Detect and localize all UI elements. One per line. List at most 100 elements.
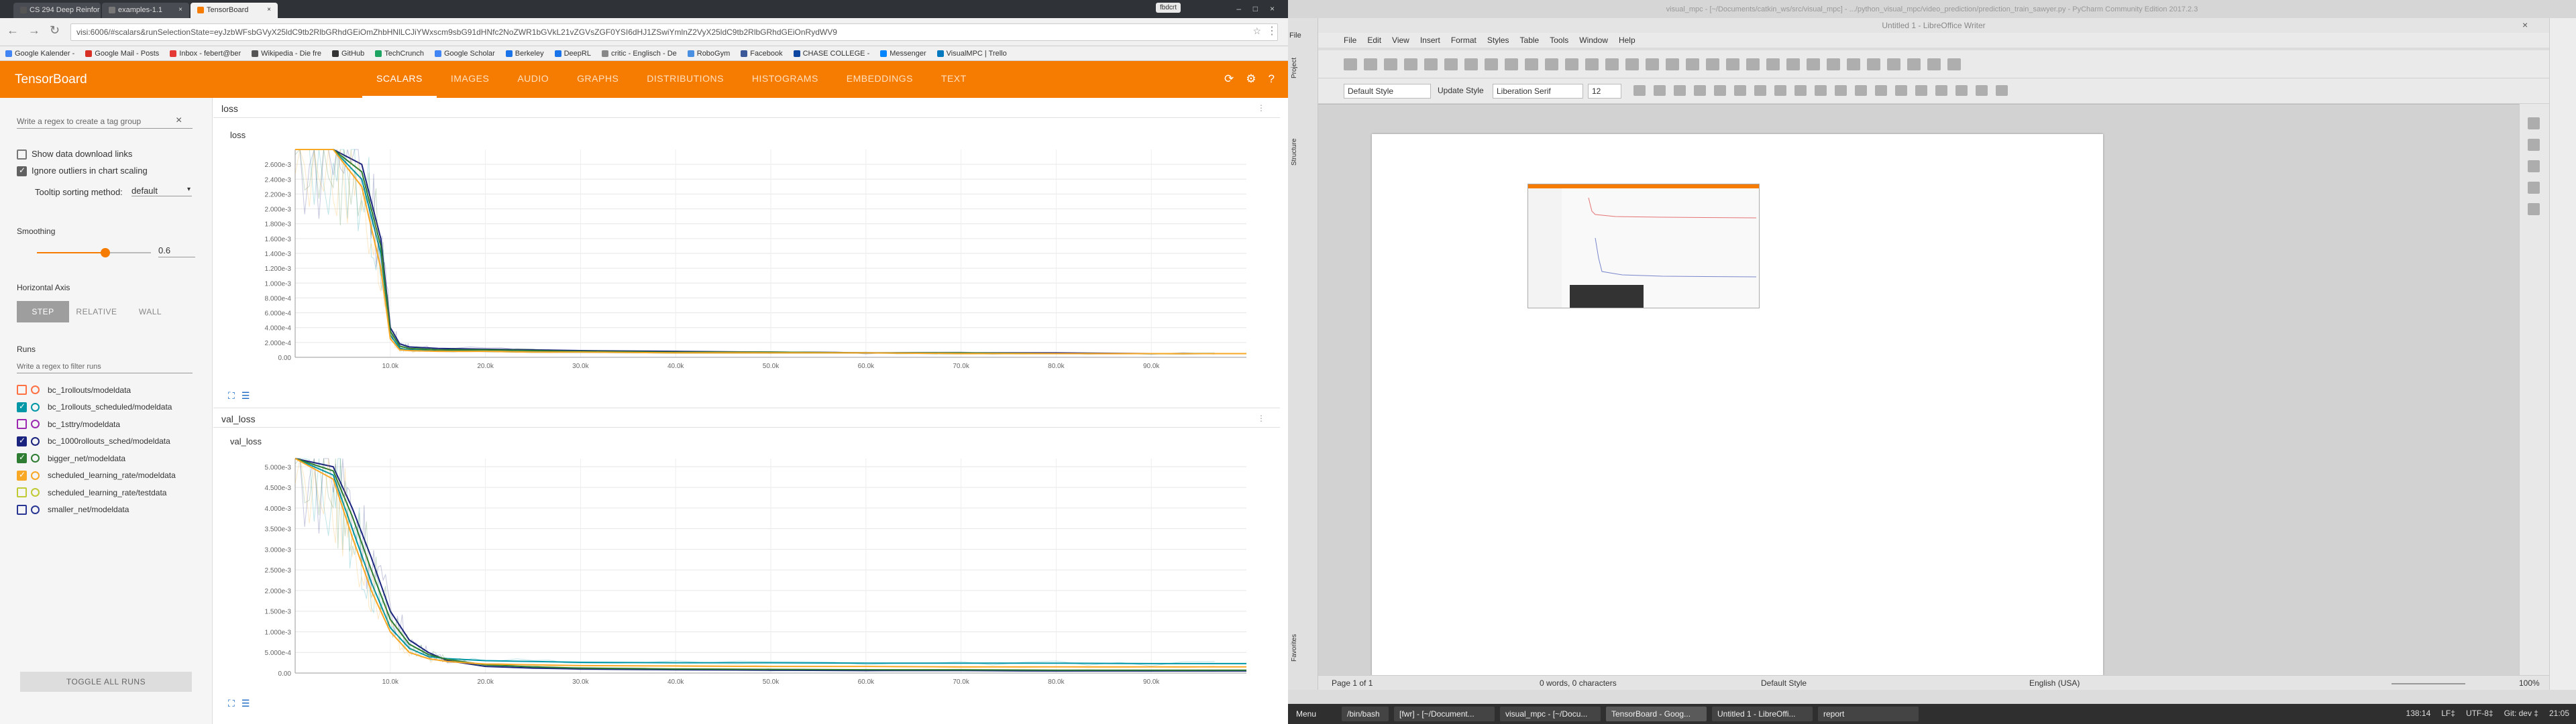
bullets-icon[interactable] bbox=[1815, 85, 1827, 96]
align-left-icon[interactable] bbox=[1875, 85, 1887, 96]
menu-window[interactable]: Window bbox=[1579, 36, 1608, 45]
bookmark-item[interactable]: Wikipedia - Die fre bbox=[252, 50, 321, 58]
run-item[interactable]: scheduled_learning_rate/testdata bbox=[17, 487, 166, 497]
shadow-icon[interactable] bbox=[1754, 85, 1766, 96]
start-menu-button[interactable]: Menu bbox=[1291, 707, 1322, 721]
close-window-icon[interactable]: × bbox=[2522, 19, 2528, 30]
run-color-icon[interactable] bbox=[31, 436, 40, 446]
bookmark-item[interactable]: Google Kalender - bbox=[5, 50, 74, 58]
run-checkbox[interactable] bbox=[17, 452, 27, 463]
run-color-icon[interactable] bbox=[31, 488, 40, 497]
tag-group-input[interactable]: Write a regex to create a tag group bbox=[17, 117, 193, 129]
numbering-icon[interactable] bbox=[1835, 85, 1847, 96]
menu-file[interactable]: File bbox=[1344, 36, 1356, 45]
fit-domain-icon[interactable]: ⛶ bbox=[228, 698, 235, 709]
comment-icon[interactable] bbox=[1867, 58, 1880, 70]
panel-project[interactable]: Project bbox=[1291, 58, 1298, 78]
browser-tab-tensorboard[interactable]: TensorBoard × bbox=[191, 3, 278, 18]
navigator-icon[interactable] bbox=[2528, 182, 2540, 194]
category-val-loss[interactable]: val_loss ⋮ bbox=[213, 408, 1280, 428]
menu-format[interactable]: Format bbox=[1451, 36, 1477, 45]
show-download-links-checkbox[interactable]: Show data download links bbox=[17, 149, 132, 160]
settings-icon[interactable]: ⚙ bbox=[1246, 72, 1256, 86]
axis-wall-button[interactable]: WALL bbox=[124, 301, 176, 322]
taskbar-item[interactable]: Untitled 1 - LibreOffi... bbox=[1712, 707, 1813, 721]
menu-styles[interactable]: Styles bbox=[1487, 36, 1509, 45]
print-icon[interactable] bbox=[1444, 58, 1458, 70]
browser-tab-examples[interactable]: examples-1.1 × bbox=[102, 3, 189, 18]
run-color-icon[interactable] bbox=[31, 420, 40, 428]
smoothing-slider[interactable] bbox=[37, 248, 151, 257]
axis-step-button[interactable]: STEP bbox=[17, 301, 69, 322]
tab-audio[interactable]: AUDIO bbox=[503, 61, 563, 98]
manage-changes-icon[interactable] bbox=[2528, 203, 2540, 215]
profile-button[interactable]: fbdcrt bbox=[1155, 3, 1181, 13]
taskbar-item[interactable]: visual_mpc - [~/Docu... bbox=[1500, 707, 1601, 721]
textbox-icon[interactable] bbox=[1746, 58, 1760, 70]
properties-icon[interactable] bbox=[2528, 117, 2540, 129]
track-changes-icon[interactable] bbox=[1887, 58, 1900, 70]
bookmark-item[interactable]: Google Scholar bbox=[434, 50, 495, 58]
run-color-icon[interactable] bbox=[31, 454, 40, 463]
bookmark-item[interactable]: CHASE COLLEGE - bbox=[793, 50, 869, 58]
field-icon[interactable] bbox=[1786, 58, 1800, 70]
list-icon[interactable]: ☰ bbox=[241, 698, 250, 709]
image-icon[interactable] bbox=[1706, 58, 1719, 70]
url-input[interactable]: visi:6006/#scalars&runSelectionState=eyJ… bbox=[70, 23, 1278, 41]
special-char-icon[interactable] bbox=[1807, 58, 1820, 70]
panel-structure[interactable]: Structure bbox=[1291, 138, 1298, 166]
maximize-icon[interactable]: □ bbox=[1253, 4, 1258, 13]
save-icon[interactable] bbox=[1384, 58, 1397, 70]
justify-icon[interactable] bbox=[1935, 85, 1947, 96]
clear-icon[interactable] bbox=[1565, 58, 1578, 70]
run-checkbox[interactable] bbox=[17, 402, 27, 412]
tab-text[interactable]: TEXT bbox=[927, 61, 981, 98]
toggle-all-runs-button[interactable]: TOGGLE ALL RUNS bbox=[20, 672, 192, 692]
copy-icon[interactable] bbox=[1505, 58, 1518, 70]
paste-icon[interactable] bbox=[1525, 58, 1538, 70]
align-right-icon[interactable] bbox=[1915, 85, 1927, 96]
refresh-icon[interactable]: ⟳ bbox=[1224, 72, 1234, 86]
pycharm-menu-file[interactable]: File bbox=[1289, 32, 1301, 40]
align-center-icon[interactable] bbox=[1895, 85, 1907, 96]
slider-thumb[interactable] bbox=[101, 248, 110, 257]
pilcrow-icon[interactable] bbox=[1666, 58, 1679, 70]
run-color-icon[interactable] bbox=[31, 505, 40, 514]
line-icon[interactable] bbox=[1907, 58, 1921, 70]
chart-icon[interactable] bbox=[1726, 58, 1739, 70]
outline-icon[interactable] bbox=[1855, 85, 1867, 96]
tab-distributions[interactable]: DISTRIBUTIONS bbox=[633, 61, 738, 98]
bookmark-item[interactable]: DeepRL bbox=[554, 50, 591, 58]
run-color-icon[interactable] bbox=[31, 385, 40, 394]
menu-edit[interactable]: Edit bbox=[1367, 36, 1381, 45]
bookmark-item[interactable]: VisualMPC | Trello bbox=[936, 50, 1007, 58]
draw-icon[interactable] bbox=[1947, 58, 1961, 70]
undo-icon[interactable] bbox=[1585, 58, 1599, 70]
category-loss[interactable]: loss ⋮ bbox=[213, 98, 1280, 118]
run-color-icon[interactable] bbox=[31, 471, 40, 480]
run-color-icon[interactable] bbox=[31, 402, 40, 412]
bookmark-item[interactable]: TechCrunch bbox=[375, 50, 424, 58]
taskbar-item[interactable]: [fwr] - [~/Document... bbox=[1394, 707, 1495, 721]
close-window-icon[interactable]: × bbox=[1270, 4, 1275, 13]
bookmark-item[interactable]: Inbox - febert@ber bbox=[170, 50, 241, 58]
run-checkbox[interactable] bbox=[17, 504, 27, 515]
run-checkbox[interactable] bbox=[17, 419, 27, 429]
bookmark-item[interactable]: Berkeley bbox=[505, 50, 544, 58]
run-item[interactable]: scheduled_learning_rate/modeldata bbox=[17, 470, 176, 481]
tab-images[interactable]: IMAGES bbox=[437, 61, 503, 98]
run-item[interactable]: bc_1sttry/modeldata bbox=[17, 419, 120, 429]
list-icon[interactable]: ☰ bbox=[241, 390, 250, 402]
close-icon[interactable]: × bbox=[267, 6, 271, 13]
pagebreak-icon[interactable] bbox=[1766, 58, 1780, 70]
taskbar-item[interactable]: TensorBoard - Goog... bbox=[1606, 707, 1707, 721]
forward-icon[interactable]: → bbox=[28, 23, 40, 38]
tab-scalars[interactable]: SCALARS bbox=[362, 61, 437, 98]
menu-table[interactable]: Table bbox=[1520, 36, 1540, 45]
run-item[interactable]: bigger_net/modeldata bbox=[17, 452, 125, 463]
update-style-button[interactable]: Update Style bbox=[1438, 86, 1484, 95]
reload-icon[interactable]: ↻ bbox=[50, 23, 60, 38]
run-item[interactable]: bc_1rollouts_scheduled/modeldata bbox=[17, 402, 172, 412]
bookmark-item[interactable]: RoboGym bbox=[687, 50, 730, 58]
clone-icon[interactable] bbox=[1545, 58, 1558, 70]
